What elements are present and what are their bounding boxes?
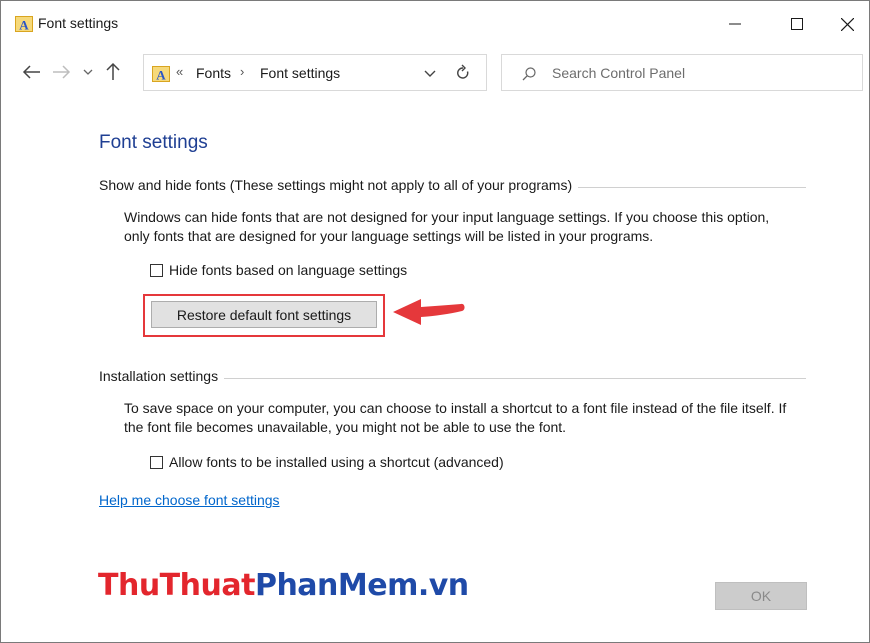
chevron-down-icon bbox=[424, 70, 436, 77]
close-icon bbox=[840, 17, 854, 31]
installation-heading: Installation settings bbox=[99, 368, 225, 384]
watermark-part-3: .vn bbox=[417, 568, 469, 603]
up-arrow-icon bbox=[106, 62, 120, 80]
svg-text:A: A bbox=[156, 68, 166, 83]
installation-description: To save space on your computer, you can … bbox=[124, 400, 787, 435]
breadcrumb-separator: › bbox=[240, 64, 245, 79]
hide-fonts-checkbox-row[interactable]: Hide fonts based on language settings bbox=[150, 262, 407, 278]
annotation-arrow-icon bbox=[393, 299, 465, 325]
search-placeholder: Search Control Panel bbox=[552, 65, 686, 81]
search-icon bbox=[521, 66, 537, 82]
page-title: Font settings bbox=[99, 132, 208, 153]
hide-fonts-checkbox[interactable] bbox=[150, 263, 163, 277]
recent-locations-button[interactable] bbox=[80, 59, 96, 85]
watermark-part-2: PhanMem bbox=[254, 568, 418, 603]
search-input[interactable]: Search Control Panel bbox=[501, 54, 863, 91]
hide-fonts-label[interactable]: Hide fonts based on language settings bbox=[169, 262, 407, 278]
forward-button[interactable] bbox=[50, 59, 72, 85]
shortcut-install-checkbox[interactable] bbox=[150, 455, 163, 469]
refresh-icon bbox=[457, 64, 469, 79]
forward-arrow-icon bbox=[53, 65, 71, 79]
breadcrumb-fonts[interactable]: Fonts bbox=[196, 65, 231, 81]
shortcut-install-checkbox-row[interactable]: Allow fonts to be installed using a shor… bbox=[150, 454, 504, 470]
breadcrumb-overflow[interactable]: « bbox=[176, 64, 183, 79]
breadcrumb-font-settings[interactable]: Font settings bbox=[260, 65, 340, 81]
back-arrow-icon bbox=[22, 65, 40, 79]
fonts-folder-icon: A bbox=[15, 15, 33, 33]
minimize-icon bbox=[729, 23, 741, 25]
address-bar[interactable]: A « Fonts › Font settings bbox=[143, 54, 487, 91]
minimize-button[interactable] bbox=[712, 1, 758, 47]
watermark-logo: ThuThuatPhanMem.vn bbox=[98, 568, 469, 603]
show-hide-description: Windows can hide fonts that are not desi… bbox=[124, 209, 770, 244]
help-link[interactable]: Help me choose font settings bbox=[99, 492, 280, 508]
shortcut-install-label[interactable]: Allow fonts to be installed using a shor… bbox=[169, 454, 504, 470]
restore-default-button[interactable]: Restore default font settings bbox=[151, 301, 377, 328]
svg-text:A: A bbox=[19, 18, 29, 33]
show-hide-heading: Show and hide fonts (These settings migh… bbox=[99, 177, 579, 193]
chevron-down-icon bbox=[83, 69, 93, 75]
font-settings-window: A Font settings A « Fonts › Font setting… bbox=[0, 0, 870, 643]
up-button[interactable] bbox=[102, 59, 124, 85]
maximize-icon bbox=[791, 18, 803, 30]
watermark-part-1: ThuThuat bbox=[98, 568, 255, 603]
fonts-folder-icon: A bbox=[152, 65, 170, 83]
close-button[interactable] bbox=[824, 1, 870, 47]
window-title: Font settings bbox=[38, 15, 119, 31]
back-button[interactable] bbox=[21, 59, 43, 85]
address-dropdown-button[interactable] bbox=[420, 62, 440, 84]
refresh-button[interactable] bbox=[451, 62, 475, 84]
maximize-button[interactable] bbox=[774, 1, 820, 47]
title-bar[interactable]: A Font settings bbox=[1, 1, 869, 47]
ok-button[interactable]: OK bbox=[715, 582, 807, 610]
